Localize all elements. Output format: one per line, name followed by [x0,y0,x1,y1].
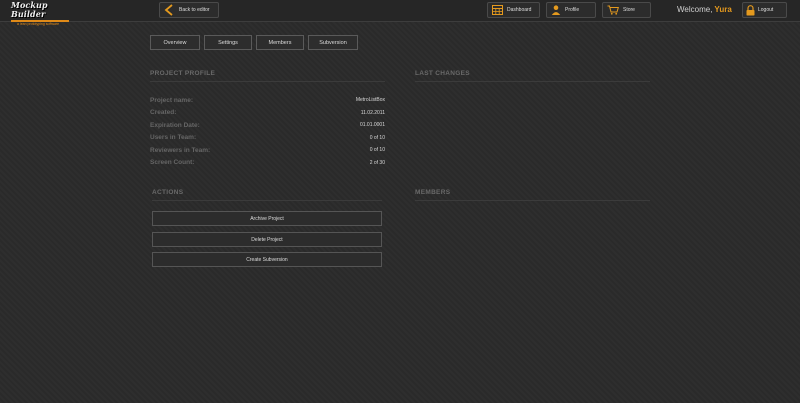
logo-tagline: a lean prototyping software [17,22,60,26]
profile-button[interactable]: Profile [546,2,596,18]
tab-members[interactable]: Members [256,35,304,50]
profile-row-value: 2 of 30 [369,159,385,166]
store-button[interactable]: Store [602,2,651,18]
profile-row-label: Project name: [150,96,193,104]
logout-button[interactable]: Logout [742,2,787,18]
profile-row: Reviewers in Team: 0 of 10 [150,144,385,157]
welcome-text: Welcome, Yura [677,5,732,14]
profile-row-label: Users in Team: [150,134,197,142]
profile-row-label: Screen Count: [150,159,195,167]
tab-settings[interactable]: Settings [204,35,252,50]
profile-row-label: Expiration Date: [150,121,200,129]
top-bar: Mockup Builder a lean prototyping softwa… [0,0,800,26]
logo-title: Mockup Builder [11,0,48,19]
app-logo[interactable]: Mockup Builder a lean prototyping softwa… [11,0,73,26]
calendar-grid-icon [492,5,503,15]
store-label: Store [623,7,635,13]
profile-row-value: 0 of 10 [369,147,385,154]
delete-project-button[interactable]: Delete Project [152,232,382,247]
person-icon [551,5,561,15]
archive-project-button[interactable]: Archive Project [152,211,382,226]
tab-overview[interactable]: Overview [150,35,200,50]
welcome-label: Welcome, [677,5,713,14]
cart-icon [607,5,619,15]
logout-label: Logout [758,7,774,13]
members-divider [415,200,650,201]
project-profile-list: Project name: MetroListBox Created: 11.0… [150,94,385,169]
profile-row-value: 11.02.2011 [360,109,385,116]
create-subversion-button[interactable]: Create Subversion [152,252,382,267]
back-to-editor-label: Back to editor [179,7,210,13]
profile-row-value: 01.01.0001 [359,122,385,129]
profile-row-label: Reviewers in Team: [150,146,211,154]
profile-label: Profile [565,7,580,13]
last-changes-heading: LAST CHANGES [415,70,470,77]
profile-row: Screen Count: 2 of 30 [150,157,385,170]
lock-icon [746,4,755,15]
profile-row: Project name: MetroListBox [150,94,385,107]
dashboard-label: Dashboard [507,7,532,13]
last-changes-divider [415,81,650,82]
profile-row: Created: 11.02.2011 [150,107,385,120]
members-heading: MEMBERS [415,189,451,196]
tab-bar: Overview Settings Members Subversion [150,35,358,50]
back-arrow-icon [164,4,173,16]
profile-row-value: MetroListBox [355,97,385,104]
dashboard-button[interactable]: Dashboard [487,2,540,18]
profile-row: Users in Team: 0 of 10 [150,132,385,145]
profile-row: Expiration Date: 01.01.0001 [150,119,385,132]
profile-row-value: 0 of 10 [369,134,385,141]
back-to-editor-button[interactable]: Back to editor [159,2,219,18]
tab-subversion[interactable]: Subversion [308,35,358,50]
profile-row-label: Created: [150,109,177,117]
actions-divider [152,200,382,201]
username: Yura [714,5,732,14]
project-profile-heading: PROJECT PROFILE [150,70,216,77]
profile-divider [150,81,385,82]
actions-heading: ACTIONS [152,189,184,196]
